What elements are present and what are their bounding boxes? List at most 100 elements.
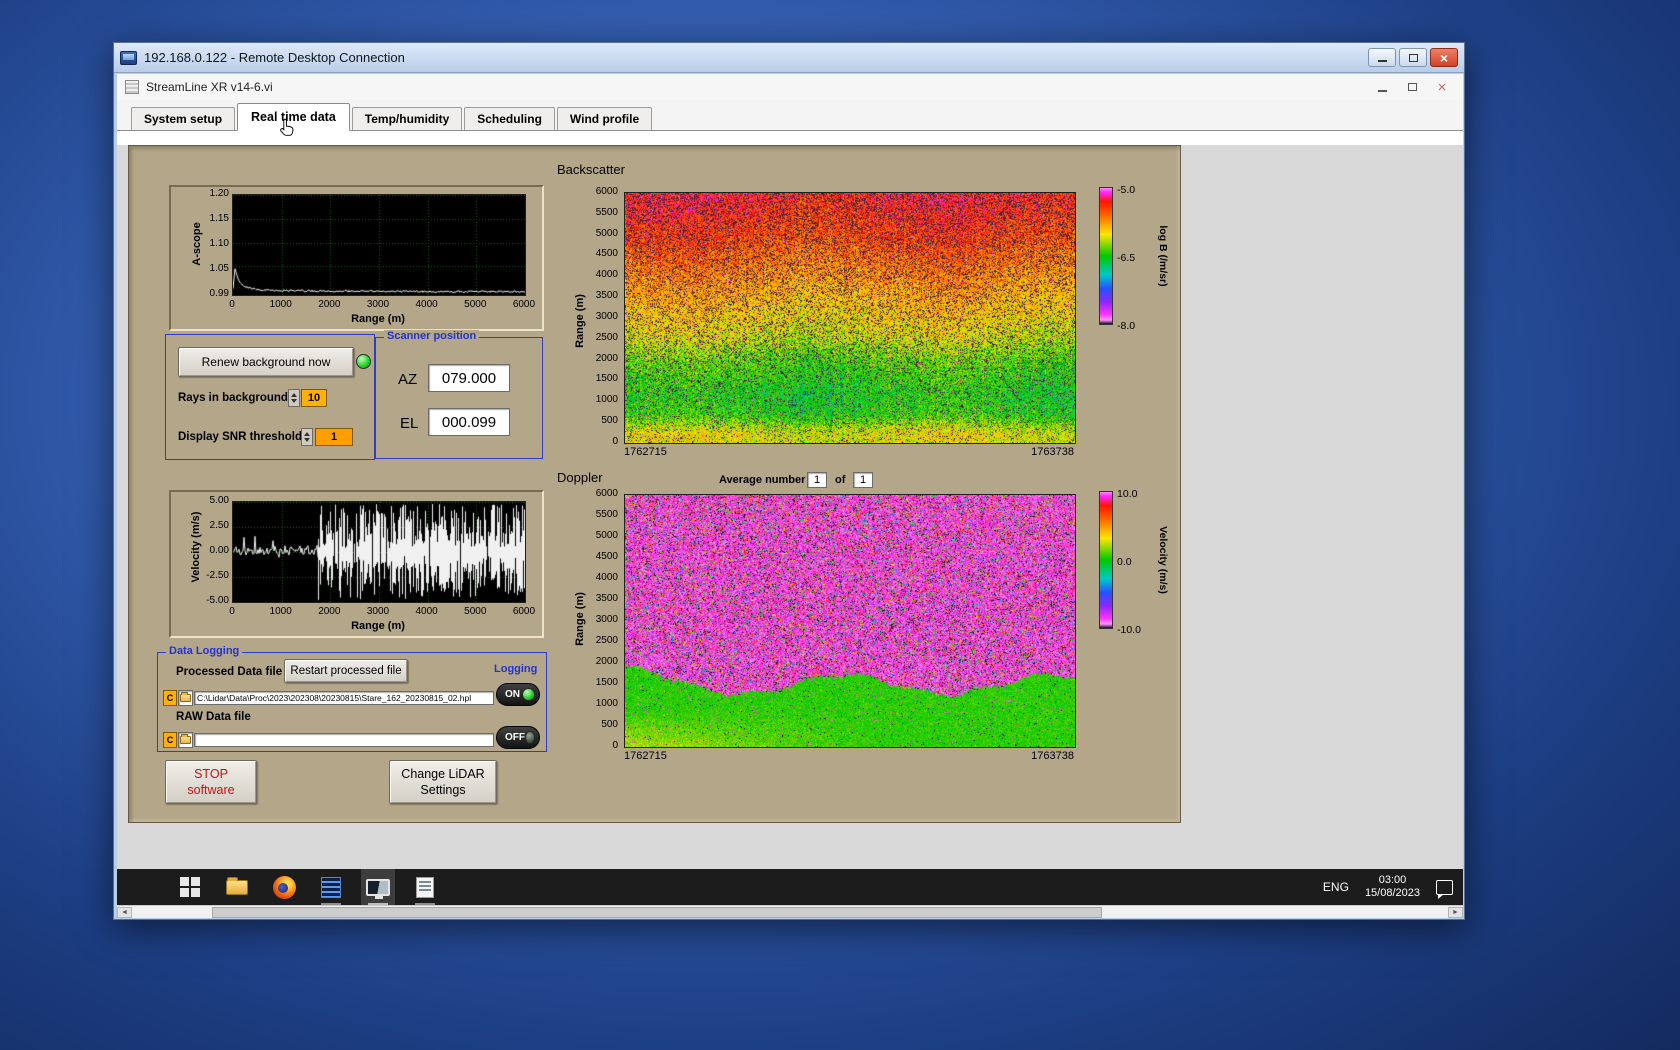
folder-icon <box>180 736 191 744</box>
file-explorer-button[interactable] <box>220 869 254 905</box>
app-minimize-button[interactable] <box>1369 78 1395 96</box>
processed-data-file-label: Processed Data file <box>176 666 282 678</box>
app-window-button-3[interactable] <box>408 869 442 905</box>
tab-system-setup[interactable]: System setup <box>131 107 235 130</box>
scanner-position-title: Scanner position <box>384 330 479 342</box>
scroll-right-arrow[interactable]: ► <box>1448 907 1463 918</box>
scroll-left-arrow[interactable]: ◄ <box>117 907 132 918</box>
tick-label: 1000 <box>596 699 618 709</box>
labview-vi-icon <box>125 80 139 94</box>
tab-temp-humidity[interactable]: Temp/humidity <box>352 107 462 130</box>
a-scope-y-ticks: 1.20 1.15 1.10 1.05 0.99 <box>189 189 229 299</box>
background-status-led <box>356 354 371 369</box>
doppler-colorbar <box>1099 491 1113 629</box>
tick-label: 0 <box>612 741 618 751</box>
raw-browse-button[interactable] <box>178 732 193 748</box>
horizontal-scrollbar[interactable]: ◄ ► <box>117 905 1463 918</box>
tick-label: 10.0 <box>1117 489 1137 499</box>
a-scope-x-axis-label: Range (m) <box>232 313 524 325</box>
rays-spinner[interactable] <box>288 389 300 407</box>
rdp-maximize-button[interactable] <box>1399 48 1427 67</box>
tab-scheduling[interactable]: Scheduling <box>464 107 555 130</box>
restart-processed-file-button[interactable]: Restart processed file <box>284 659 408 683</box>
tick-label: 1.15 <box>210 214 229 224</box>
raw-drive-letter[interactable]: C <box>163 732 177 748</box>
snr-spinner[interactable] <box>301 428 313 446</box>
tick-label: 0.0 <box>1117 557 1132 567</box>
processed-path-field[interactable]: C:\Lidar\Data\Proc\2023\202308\20230815\… <box>194 691 494 705</box>
tick-label: 4000 <box>413 299 441 310</box>
app-window-button-2[interactable] <box>361 869 395 905</box>
rdp-close-button[interactable] <box>1430 48 1458 67</box>
taskbar-clock[interactable]: 03:00 15/08/2023 <box>1365 874 1420 900</box>
backscatter-colorbar-label: log B (/m/sr) <box>1157 206 1169 306</box>
front-panel: A-scope 1.20 1.15 1.10 1.05 0.99 0 1000 2000 30… <box>128 145 1181 823</box>
tick-label: -5.0 <box>1117 185 1135 195</box>
az-label: AZ <box>398 371 417 388</box>
rdp-minimize-button[interactable] <box>1368 48 1396 67</box>
rdp-titlebar[interactable]: 192.168.0.122 - Remote Desktop Connectio… <box>114 43 1464 73</box>
backscatter-time-end: 1763738 <box>1031 446 1074 458</box>
stop-software-button[interactable]: STOP software <box>165 760 257 804</box>
a-scope-plot <box>232 194 526 296</box>
a-scope-graph-frame: A-scope 1.20 1.15 1.10 1.05 0.99 0 1000 2000 30… <box>169 185 544 331</box>
tick-label: 1000 <box>267 299 295 310</box>
tick-label: 5500 <box>596 510 618 520</box>
raw-path-field[interactable] <box>194 733 494 747</box>
doppler-heatmap <box>624 494 1076 748</box>
processed-drive-letter[interactable]: C <box>163 690 177 706</box>
taskbar-icons <box>173 869 442 905</box>
change-lidar-settings-button[interactable]: Change LiDAR Settings <box>389 760 497 804</box>
rays-value-field[interactable]: 10 <box>301 389 327 407</box>
change-button-line1: Change LiDAR <box>401 766 484 782</box>
rays-in-background-label: Rays in background <box>178 392 288 404</box>
action-center-icon[interactable] <box>1436 880 1453 895</box>
backscatter-time-axis: 1762715 1763738 <box>624 446 1074 458</box>
tick-label: 0 <box>612 437 618 447</box>
scrollbar-thumb[interactable] <box>212 907 1102 918</box>
taskbar: ENG 03:00 15/08/2023 <box>117 869 1463 905</box>
tick-label: 3000 <box>364 299 392 310</box>
scanner-position-group: Scanner position AZ 079.000 EL 000.099 <box>375 337 543 459</box>
rdp-window: 192.168.0.122 - Remote Desktop Connectio… <box>113 42 1465 920</box>
snr-value-field[interactable]: 1 <box>315 428 353 446</box>
average-total-field[interactable]: 1 <box>853 472 873 488</box>
stop-button-line2: software <box>187 782 234 798</box>
renew-background-button[interactable]: Renew background now <box>178 347 354 377</box>
backscatter-heatmap <box>624 192 1076 444</box>
background-controls-group: Renew background now Rays in background … <box>165 334 375 460</box>
language-indicator[interactable]: ENG <box>1323 880 1349 894</box>
tick-label: 1.10 <box>210 239 229 249</box>
processed-logging-toggle[interactable]: ON <box>496 683 540 706</box>
restore-icon <box>1408 83 1417 91</box>
tick-label: 2000 <box>596 657 618 667</box>
app-titlebar[interactable]: StreamLine XR v14-6.vi <box>117 74 1463 100</box>
el-value-field[interactable]: 000.099 <box>428 408 510 436</box>
remote-desktop-screen: StreamLine XR v14-6.vi System setup Real… <box>117 74 1463 905</box>
app-title: StreamLine XR v14-6.vi <box>146 80 1365 94</box>
processed-browse-button[interactable] <box>178 690 193 706</box>
app-window-button-1[interactable] <box>314 869 348 905</box>
firefox-button[interactable] <box>267 869 301 905</box>
doppler-colorbar-label: Velocity (m/s) <box>1157 510 1169 610</box>
firefox-icon <box>273 876 296 899</box>
tick-label: 1000 <box>267 606 295 617</box>
tab-wind-profile[interactable]: Wind profile <box>557 107 652 130</box>
tab-content-divider <box>117 131 1463 145</box>
average-number-field[interactable]: 1 <box>807 472 827 488</box>
velocity-x-axis-label: Range (m) <box>232 620 524 632</box>
doppler-time-axis: 1762715 1763738 <box>624 750 1074 762</box>
document-app-icon <box>416 877 434 898</box>
raw-logging-toggle[interactable]: OFF <box>496 726 540 749</box>
backscatter-colorbar-ticks: -5.0 -6.5 -8.0 <box>1117 185 1153 331</box>
tick-label: 5000 <box>596 531 618 541</box>
app-restore-button[interactable] <box>1399 78 1425 96</box>
app-close-button[interactable] <box>1429 78 1455 96</box>
start-button[interactable] <box>173 869 207 905</box>
az-value-field[interactable]: 079.000 <box>428 364 510 392</box>
tick-label: 1.20 <box>210 189 229 199</box>
tick-label: 4500 <box>596 552 618 562</box>
data-logging-title: Data Logging <box>166 645 242 657</box>
tab-bar: System setup Real time data Temp/humidit… <box>117 100 1463 131</box>
tick-label: 2.50 <box>210 521 229 531</box>
